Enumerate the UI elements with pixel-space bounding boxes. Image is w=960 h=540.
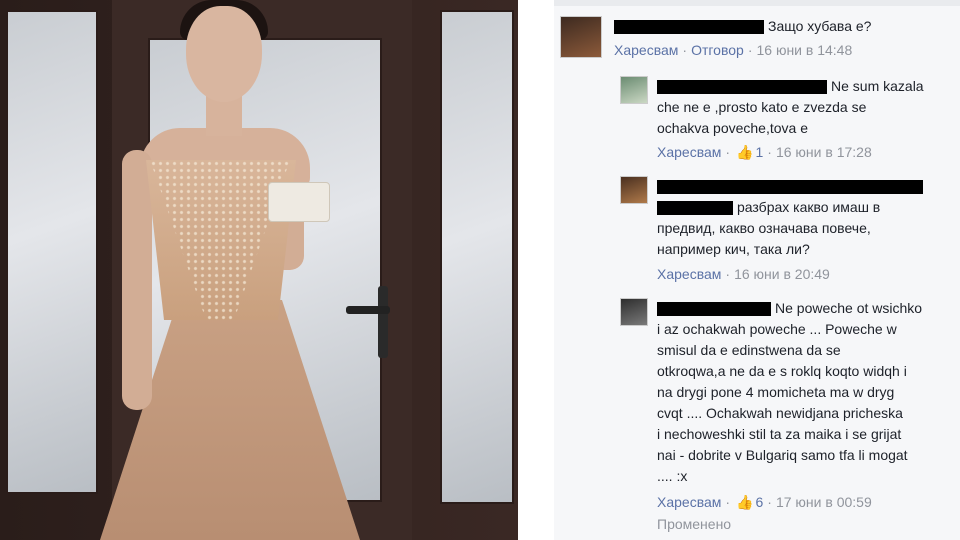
commenter-avatar[interactable] (620, 298, 648, 326)
separator: · (725, 266, 731, 282)
window-pane-left (6, 10, 98, 494)
comment-line: Ne sum kazala (831, 78, 924, 94)
window-pane-right (440, 10, 514, 504)
comment-line: ochakva poveche,tova e (657, 120, 808, 136)
separator: · (767, 494, 772, 510)
comment-actions: Харесвам · 👍 1 · 16 юни в 17:28 (657, 144, 872, 161)
comment-actions: Харесвам · 16 юни в 20:49 (657, 266, 830, 282)
comment-line: .... :x (657, 468, 688, 484)
redacted-name (657, 80, 827, 95)
redacted-name (657, 201, 733, 216)
commenter-avatar[interactable] (620, 176, 648, 204)
comment-text: Защо хубава е? (614, 16, 954, 37)
reply-link[interactable]: Отговор (691, 42, 744, 58)
comment-actions: Харесвам · Отговор · 16 юни в 14:48 (614, 42, 852, 58)
door-handle (346, 306, 390, 314)
divider (518, 0, 554, 540)
neck (206, 96, 242, 136)
comment-line: i nechoweshki stil ta za maika i se grij… (657, 426, 902, 442)
like-count[interactable]: 1 (756, 144, 764, 160)
thumbs-up-icon[interactable]: 👍 (736, 144, 753, 161)
comment-line: smisul da e edinstwena da se (657, 342, 841, 358)
separator: · (682, 42, 688, 58)
comment-line: che ne e ,prosto kato e zvezda se (657, 99, 867, 115)
door-handle-plate (378, 286, 388, 358)
comment-date[interactable]: 16 юни в 14:48 (756, 42, 852, 58)
redacted-name (657, 180, 923, 195)
like-link[interactable]: Харесвам (614, 42, 678, 58)
comment-date[interactable]: 17 юни в 00:59 (776, 494, 872, 510)
comment-line: na drygi pone 4 momicheta ma w dryg (657, 384, 895, 400)
like-count[interactable]: 6 (756, 494, 764, 510)
like-link[interactable]: Харесвам (657, 266, 721, 282)
comment-line: nai - dobrite v Bulgariq samo tfa li mog… (657, 447, 908, 463)
comments-panel: Защо хубава е? Харесвам · Отговор · 16 юни в… (554, 0, 960, 540)
comment-line: cvqt .... Ochakwah newidjana pricheska (657, 405, 903, 421)
left-arm (122, 150, 152, 410)
separator: · (725, 494, 731, 510)
comment-text: Ne sum kazala che ne e ,prosto kato e zv… (657, 76, 953, 139)
comment-text: Ne poweche ot wsichko i az ochakwah powe… (657, 298, 957, 487)
comment-line: i az ochakwah poweche ... Poweche w (657, 321, 897, 337)
redacted-name (614, 20, 764, 35)
separator: · (747, 42, 753, 58)
commenter-avatar[interactable] (560, 16, 602, 58)
comment-actions: Харесвам · 👍 6 · 17 юни в 00:59 (657, 494, 872, 511)
face (186, 6, 262, 102)
separator: · (767, 144, 772, 160)
post-photo[interactable] (0, 0, 518, 540)
comment-line: разбрах какво имаш в (737, 199, 881, 215)
separator: · (725, 144, 731, 160)
edited-label[interactable]: Променено (657, 516, 731, 532)
comment-text: разбрах какво имаш в предвид, какво озна… (657, 176, 953, 260)
like-link[interactable]: Харесвам (657, 144, 721, 160)
comment-line: Ne poweche ot wsichko (775, 300, 923, 316)
clutch-bag (268, 182, 330, 222)
like-link[interactable]: Харесвам (657, 494, 721, 510)
commenter-avatar[interactable] (620, 76, 648, 104)
comment-date[interactable]: 16 юни в 20:49 (734, 266, 830, 282)
comment-body: Защо хубава е? (768, 18, 872, 34)
panel-top-edge (554, 0, 960, 6)
comment-line: otkroqwa,a ne da e s roklq koqto widqh i (657, 363, 907, 379)
comment-date[interactable]: 16 юни в 17:28 (776, 144, 872, 160)
comment-line: предвид, какво означава повече, (657, 220, 871, 236)
redacted-name (657, 302, 771, 317)
comment-line: например кич, така ли? (657, 241, 810, 257)
thumbs-up-icon[interactable]: 👍 (736, 494, 753, 511)
